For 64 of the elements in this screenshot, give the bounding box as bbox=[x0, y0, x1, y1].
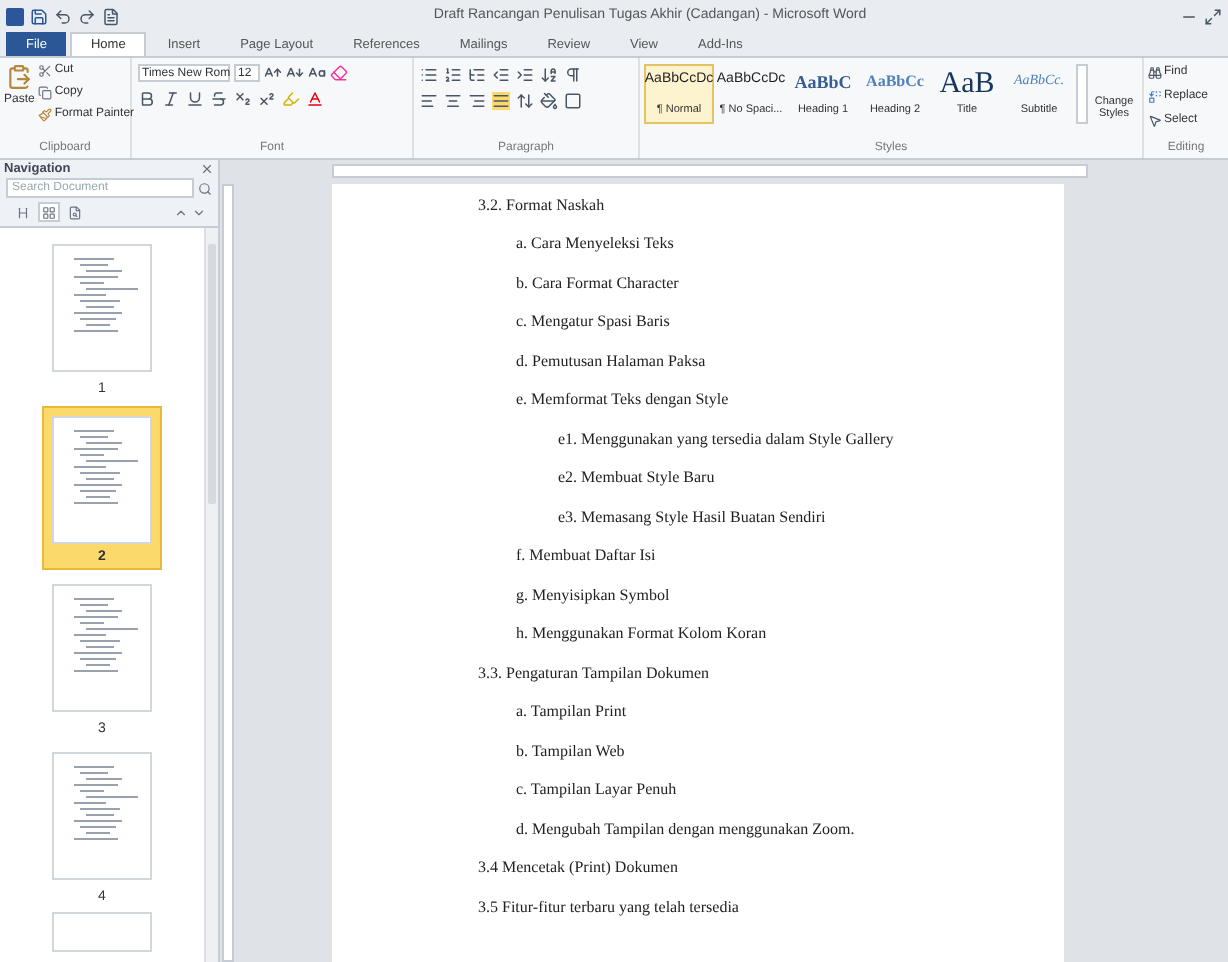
clipboard-icon bbox=[6, 62, 33, 92]
save-icon[interactable] bbox=[30, 7, 48, 25]
document-line: 3.2. Format Naskah bbox=[478, 193, 605, 218]
borders-icon[interactable] bbox=[564, 92, 582, 110]
redo-icon[interactable] bbox=[78, 7, 96, 25]
increase-indent-icon[interactable] bbox=[516, 66, 534, 84]
document-line: e2. Membuat Style Baru bbox=[558, 466, 715, 491]
document-line: a. Cara Menyeleksi Teks bbox=[516, 232, 674, 257]
document-line: 3.4 Mencetak (Print) Dokumen bbox=[478, 856, 678, 881]
document-line: b. Cara Format Character bbox=[516, 271, 679, 296]
scrollbar[interactable] bbox=[204, 228, 218, 962]
document-line: e. Memformat Teks dengan Style bbox=[516, 388, 729, 413]
justify-icon[interactable] bbox=[492, 92, 510, 110]
document-line: b. Tampilan Web bbox=[516, 739, 625, 764]
document-line: 3.5 Fitur-fitur terbaru yang telah tersedia bbox=[478, 895, 739, 920]
grow-font-icon[interactable] bbox=[264, 64, 282, 82]
document-line: f. Membuat Daftar Isi bbox=[516, 544, 656, 569]
new-document-icon[interactable] bbox=[102, 7, 120, 25]
document-line: 3.3. Pengaturan Tampilan Dokumen bbox=[478, 661, 709, 686]
document-line: e3. Memasang Style Hasil Buatan Sendiri bbox=[558, 505, 826, 530]
superscript-icon[interactable] bbox=[258, 90, 276, 108]
view-tab[interactable] bbox=[64, 202, 86, 222]
previous-icon[interactable] bbox=[174, 205, 188, 219]
document-line: c. Mengatur Spasi Baris bbox=[516, 310, 670, 335]
line-spacing-icon[interactable] bbox=[516, 92, 534, 110]
align-right-icon[interactable] bbox=[468, 92, 486, 110]
strikethrough-icon[interactable] bbox=[210, 90, 228, 108]
paintbrush-icon bbox=[38, 108, 53, 122]
next-icon[interactable] bbox=[192, 205, 206, 219]
maximize-icon[interactable] bbox=[1204, 7, 1222, 25]
undo-icon[interactable] bbox=[54, 7, 72, 25]
subscript-icon[interactable] bbox=[234, 90, 252, 108]
document-line: d. Pemutusan Halaman Paksa bbox=[516, 349, 706, 374]
document-line: a. Tampilan Print bbox=[516, 700, 627, 725]
pilcrow-icon[interactable] bbox=[564, 66, 582, 84]
change-case-icon[interactable] bbox=[308, 64, 326, 82]
scissors-icon bbox=[38, 64, 53, 78]
numbering-icon[interactable] bbox=[444, 66, 462, 84]
shrink-font-icon[interactable] bbox=[286, 64, 304, 82]
italic-icon[interactable] bbox=[162, 90, 180, 108]
align-center-icon[interactable] bbox=[444, 92, 462, 110]
shading-icon[interactable] bbox=[540, 92, 558, 110]
document-line: g. Menyisipkan Symbol bbox=[516, 583, 670, 608]
document-line: d. Mengubah Tampilan dengan menggunakan Zoom. bbox=[516, 817, 855, 842]
page-thumbnail[interactable] bbox=[52, 912, 152, 952]
view-tab[interactable] bbox=[38, 202, 60, 222]
binoculars-icon bbox=[1148, 66, 1162, 80]
bullets-icon[interactable] bbox=[420, 66, 438, 84]
page-thumbnail[interactable] bbox=[42, 405, 162, 569]
sort-icon[interactable] bbox=[540, 66, 558, 84]
copy-icon bbox=[38, 86, 53, 100]
align-left-icon[interactable] bbox=[420, 92, 438, 110]
document-line: c. Tampilan Layar Penuh bbox=[516, 778, 677, 803]
document-line: h. Menggunakan Format Kolom Koran bbox=[516, 622, 767, 647]
clear-format-icon[interactable] bbox=[330, 64, 348, 82]
pointer-icon bbox=[1148, 114, 1162, 128]
multilevel-list-icon[interactable] bbox=[468, 66, 486, 84]
close-icon[interactable] bbox=[200, 162, 214, 176]
bold-icon[interactable] bbox=[138, 90, 156, 108]
font-color-icon[interactable] bbox=[306, 90, 324, 108]
document-line: e1. Menggunakan yang tersedia dalam Style Gallery bbox=[558, 427, 894, 452]
search-icon[interactable] bbox=[198, 181, 212, 195]
underline-icon[interactable] bbox=[186, 90, 204, 108]
decrease-indent-icon[interactable] bbox=[492, 66, 510, 84]
